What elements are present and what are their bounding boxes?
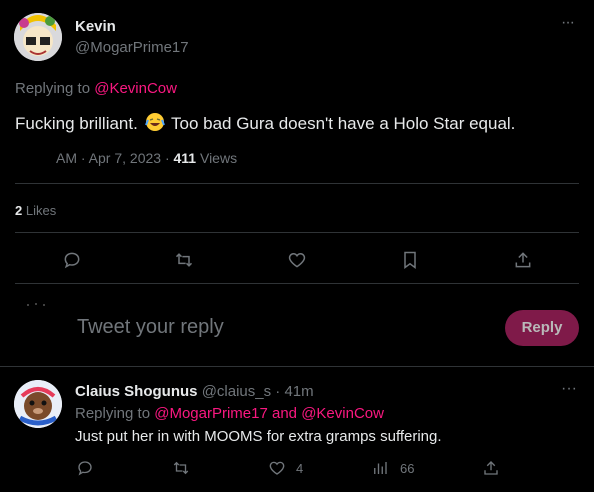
reply-separator: · bbox=[275, 383, 281, 400]
reply-author-avatar[interactable] bbox=[14, 380, 62, 428]
tweet-text: Fucking brilliant. Too bad Gura doesn't … bbox=[15, 112, 515, 137]
tweet-meta: AM · Apr 7, 2023 · 411 Views bbox=[56, 150, 237, 166]
like-count: 4 bbox=[296, 461, 304, 476]
reply-header: Claius Shogunus @claius_s · 41m bbox=[75, 383, 314, 400]
likes-count: 2 bbox=[15, 203, 23, 218]
share-icon[interactable] bbox=[513, 250, 533, 270]
views-chart-icon[interactable] bbox=[371, 459, 389, 477]
replying-to-link[interactable]: @KevinCow bbox=[301, 405, 384, 422]
reply-author-handle[interactable]: @claius_s bbox=[202, 383, 271, 400]
views-count: 411 bbox=[173, 150, 197, 166]
replying-prefix: Replying to bbox=[15, 80, 95, 97]
divider bbox=[15, 183, 579, 184]
retweet-icon[interactable] bbox=[172, 459, 190, 477]
like-heart-icon[interactable] bbox=[268, 459, 286, 477]
tweet-text-part1: Fucking brilliant. bbox=[15, 114, 138, 133]
likes-stat[interactable]: 2 Likes bbox=[15, 203, 56, 218]
likes-label: Likes bbox=[25, 203, 57, 218]
divider bbox=[15, 283, 579, 284]
bookmark-icon[interactable] bbox=[400, 250, 420, 270]
reply-replying-to-line: Replying to @MogarPrime17 and @KevinCow bbox=[75, 405, 384, 422]
retweet-icon[interactable] bbox=[174, 250, 194, 270]
tweet-text-part2: Too bad Gura doesn't have a Holo Star eq… bbox=[170, 114, 516, 133]
more-options-icon[interactable]: ··· bbox=[561, 14, 575, 32]
view-count: 66 bbox=[400, 461, 415, 476]
reply-button[interactable]: Reply bbox=[505, 310, 579, 346]
replying-and: and bbox=[267, 405, 302, 422]
share-icon[interactable] bbox=[482, 459, 500, 477]
tweet-timestamp[interactable]: AM · Apr 7, 2023 · bbox=[56, 150, 170, 166]
divider bbox=[15, 232, 579, 233]
like-heart-icon[interactable] bbox=[287, 250, 307, 270]
reply-author-name[interactable]: Claius Shogunus bbox=[75, 383, 198, 400]
replying-to-link[interactable]: @MogarPrime17 bbox=[154, 405, 268, 422]
laughing-emoji-icon bbox=[144, 112, 165, 137]
reply-composer-input[interactable]: Tweet your reply bbox=[77, 316, 224, 339]
replying-to-link[interactable]: @KevinCow bbox=[94, 80, 177, 97]
reply-more-options-icon[interactable]: ··· bbox=[561, 380, 577, 398]
author-name[interactable]: Kevin bbox=[75, 18, 116, 35]
avatar-illustration bbox=[14, 13, 62, 61]
reply-timestamp[interactable]: 41m bbox=[284, 383, 313, 400]
author-handle[interactable]: @MogarPrime17 bbox=[75, 39, 189, 56]
author-avatar[interactable] bbox=[14, 13, 62, 61]
composer-avatar-loading-icon bbox=[24, 298, 54, 316]
reply-text: Just put her in with MOOMS for extra gra… bbox=[75, 428, 442, 445]
reply-icon[interactable] bbox=[62, 250, 82, 270]
replying-to-line: Replying to @KevinCow bbox=[15, 80, 177, 97]
avatar-illustration bbox=[14, 380, 62, 428]
views-label: Views bbox=[199, 150, 238, 166]
replying-prefix: Replying to bbox=[75, 405, 155, 422]
reply-icon[interactable] bbox=[76, 459, 94, 477]
divider bbox=[0, 366, 594, 367]
